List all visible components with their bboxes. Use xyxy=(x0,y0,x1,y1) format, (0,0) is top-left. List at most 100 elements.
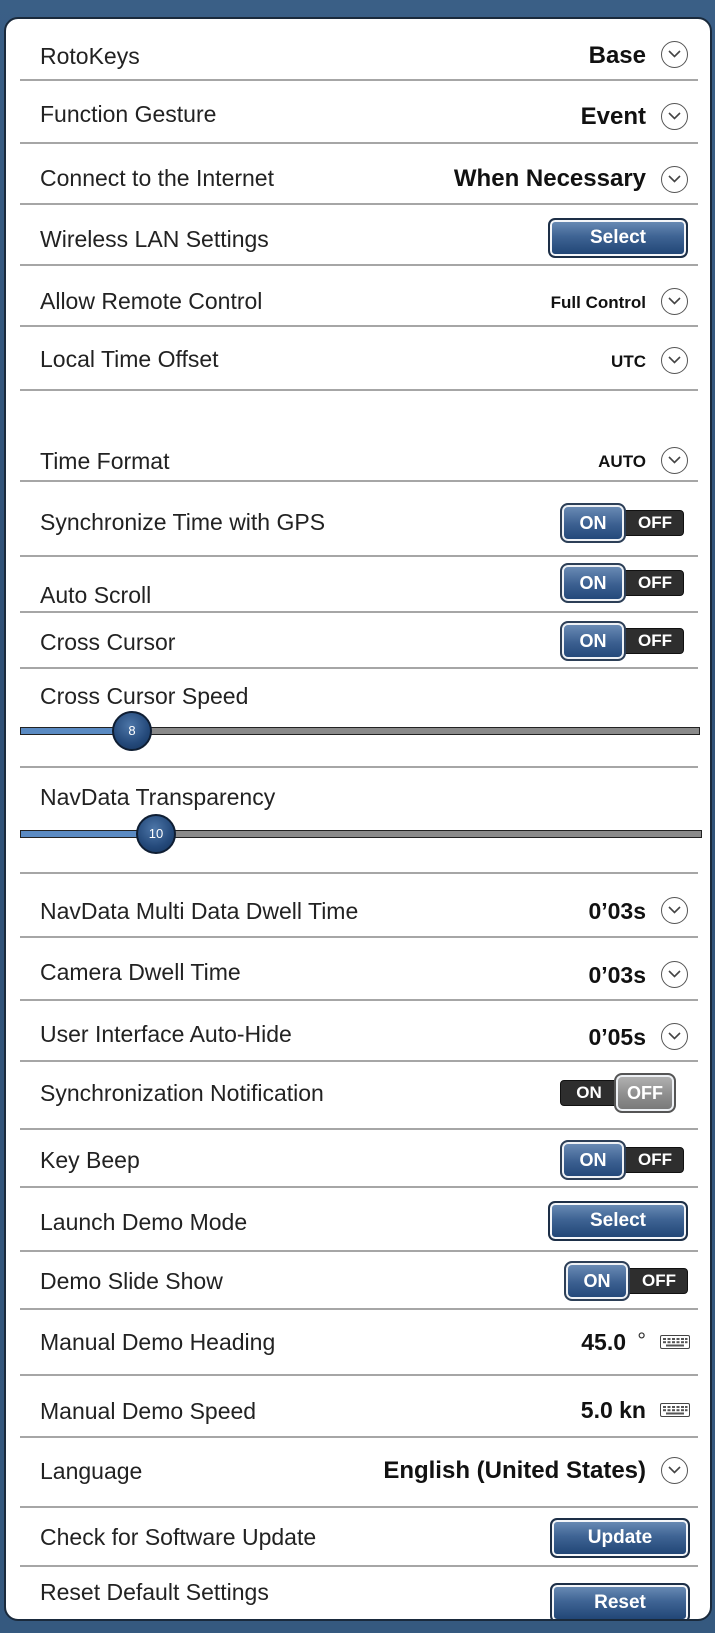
reset-defaults-button[interactable]: Reset xyxy=(550,1583,690,1619)
camera-dwell-label: Camera Dwell Time xyxy=(40,959,241,985)
connect-internet-label: Connect to the Internet xyxy=(40,165,274,191)
auto-scroll-label: Auto Scroll xyxy=(40,582,152,608)
toggle-off-label: OFF xyxy=(638,631,672,650)
toggle-off-label: OFF xyxy=(638,573,672,592)
row-navdata-dwell[interactable]: NavData Multi Data Dwell Time 0’03s xyxy=(20,874,698,938)
row-rotokeys[interactable]: RotoKeys Base xyxy=(20,19,698,81)
row-reset-defaults: Reset Default Settings Reset xyxy=(20,1567,698,1619)
remote-control-value: Full Control xyxy=(550,293,646,312)
row-demo-slideshow: Demo Slide Show OFF ON xyxy=(20,1252,698,1310)
toggle-on-pill[interactable]: ON xyxy=(560,503,626,543)
chevron-down-icon[interactable] xyxy=(661,447,688,474)
navdata-dwell-value: 0’03s xyxy=(588,898,646,924)
ui-autohide-value: 0’05s xyxy=(588,1024,646,1050)
keyboard-icon[interactable] xyxy=(660,1403,690,1417)
row-camera-dwell[interactable]: Camera Dwell Time 0’03s xyxy=(20,938,698,1001)
wireless-lan-select-button[interactable]: Select xyxy=(548,218,688,258)
chevron-down-icon[interactable] xyxy=(661,961,688,988)
language-value: English (United States) xyxy=(383,1457,646,1484)
chevron-down-icon[interactable] xyxy=(661,288,688,315)
degree-unit: ° xyxy=(637,1328,646,1353)
row-manual-heading[interactable]: Manual Demo Heading 45.0 ° xyxy=(20,1310,698,1376)
navdata-transparency-label: NavData Transparency xyxy=(40,784,276,810)
sync-time-gps-label: Synchronize Time with GPS xyxy=(40,509,326,535)
settings-panel: RotoKeys Base Function Gesture Event Con… xyxy=(4,17,712,1621)
row-navdata-transparency: NavData Transparency 10 xyxy=(20,768,702,874)
demo-slideshow-label: Demo Slide Show xyxy=(40,1268,223,1294)
navdata-dwell-label: NavData Multi Data Dwell Time xyxy=(40,898,359,924)
row-software-update: Check for Software Update Update xyxy=(20,1508,698,1567)
chevron-down-icon[interactable] xyxy=(661,103,688,130)
connect-internet-value: When Necessary xyxy=(453,165,646,192)
key-beep-label: Key Beep xyxy=(40,1147,140,1173)
row-cross-cursor-speed: Cross Cursor Speed 8 xyxy=(20,669,700,768)
row-function-gesture[interactable]: Function Gesture Event xyxy=(20,81,698,144)
launch-demo-label: Launch Demo Mode xyxy=(40,1209,248,1235)
time-offset-value: UTC xyxy=(611,352,646,371)
launch-demo-select-button[interactable]: Select xyxy=(548,1201,688,1241)
screen: { "settings": { "rotokeys": {"label": "R… xyxy=(0,0,715,1633)
chevron-down-icon[interactable] xyxy=(661,1023,688,1050)
row-auto-scroll: Auto Scroll OFF ON xyxy=(20,557,698,613)
chevron-down-icon[interactable] xyxy=(661,166,688,193)
row-cross-cursor: Cross Cursor OFF ON xyxy=(20,613,698,669)
rotokeys-value: Base xyxy=(588,42,646,69)
row-ui-autohide[interactable]: User Interface Auto-Hide 0’05s xyxy=(20,1001,698,1062)
row-key-beep: Key Beep OFF ON xyxy=(20,1130,698,1188)
key-beep-toggle[interactable]: OFF ON xyxy=(560,1140,684,1180)
cross-cursor-label: Cross Cursor xyxy=(40,629,176,655)
auto-scroll-toggle[interactable]: OFF ON xyxy=(560,563,684,603)
sync-notification-toggle[interactable]: ON OFF xyxy=(560,1073,676,1113)
language-label: Language xyxy=(40,1458,143,1484)
toggle-on-pill[interactable]: ON xyxy=(560,1140,626,1180)
toggle-on-pill[interactable]: ON xyxy=(564,1261,630,1301)
ui-autohide-label: User Interface Auto-Hide xyxy=(40,1021,292,1047)
time-offset-label: Local Time Offset xyxy=(40,346,219,372)
keyboard-icon[interactable] xyxy=(660,1335,690,1349)
software-update-label: Check for Software Update xyxy=(40,1524,317,1550)
toggle-off-label: OFF xyxy=(642,1271,676,1290)
slider-knob[interactable]: 8 xyxy=(112,711,152,751)
function-gesture-label: Function Gesture xyxy=(40,101,217,127)
toggle-on-pill[interactable]: ON xyxy=(560,621,626,661)
chevron-down-icon[interactable] xyxy=(661,897,688,924)
toggle-on-label: ON xyxy=(576,1083,602,1102)
remote-control-label: Allow Remote Control xyxy=(40,288,263,314)
row-remote-control[interactable]: Allow Remote Control Full Control xyxy=(20,266,698,327)
manual-speed-label: Manual Demo Speed xyxy=(40,1398,257,1424)
software-update-button[interactable]: Update xyxy=(550,1518,690,1558)
time-format-label: Time Format xyxy=(40,448,170,474)
row-sync-time-gps: Synchronize Time with GPS OFF ON xyxy=(20,482,698,557)
manual-speed-value: 5.0 kn xyxy=(580,1397,646,1423)
demo-slideshow-toggle[interactable]: OFF ON xyxy=(564,1261,688,1301)
row-time-format[interactable]: Time Format AUTO xyxy=(20,391,698,482)
chevron-down-icon[interactable] xyxy=(661,1457,688,1484)
function-gesture-value: Event xyxy=(580,103,646,130)
row-language[interactable]: Language English (United States) xyxy=(20,1438,698,1508)
time-format-value: AUTO xyxy=(598,452,646,471)
camera-dwell-value: 0’03s xyxy=(588,962,646,988)
toggle-off-label: OFF xyxy=(638,513,672,532)
slider-knob[interactable]: 10 xyxy=(136,814,176,854)
row-time-offset[interactable]: Local Time Offset UTC xyxy=(20,327,698,391)
manual-heading-value: 45.0 xyxy=(581,1329,626,1355)
rotokeys-label: RotoKeys xyxy=(40,43,140,69)
row-wireless-lan: Wireless LAN Settings Select xyxy=(20,205,698,266)
row-sync-notification: Synchronization Notification ON OFF xyxy=(20,1062,698,1130)
reset-defaults-label: Reset Default Settings xyxy=(40,1579,269,1605)
chevron-down-icon[interactable] xyxy=(661,41,688,68)
toggle-on-pill[interactable]: ON xyxy=(560,563,626,603)
cross-cursor-toggle[interactable]: OFF ON xyxy=(560,621,684,661)
manual-heading-label: Manual Demo Heading xyxy=(40,1329,276,1355)
row-launch-demo: Launch Demo Mode Select xyxy=(20,1188,698,1252)
row-connect-internet[interactable]: Connect to the Internet When Necessary xyxy=(20,144,698,205)
navdata-transparency-slider[interactable] xyxy=(20,830,702,838)
chevron-down-icon[interactable] xyxy=(661,347,688,374)
toggle-off-pill[interactable]: OFF xyxy=(614,1073,676,1113)
sync-notification-label: Synchronization Notification xyxy=(40,1080,324,1106)
cross-cursor-speed-label: Cross Cursor Speed xyxy=(40,683,249,709)
row-manual-speed[interactable]: Manual Demo Speed 5.0 kn xyxy=(20,1376,698,1438)
toggle-off-label: OFF xyxy=(638,1150,672,1169)
sync-time-gps-toggle[interactable]: OFF ON xyxy=(560,503,684,543)
wireless-lan-label: Wireless LAN Settings xyxy=(40,226,269,252)
